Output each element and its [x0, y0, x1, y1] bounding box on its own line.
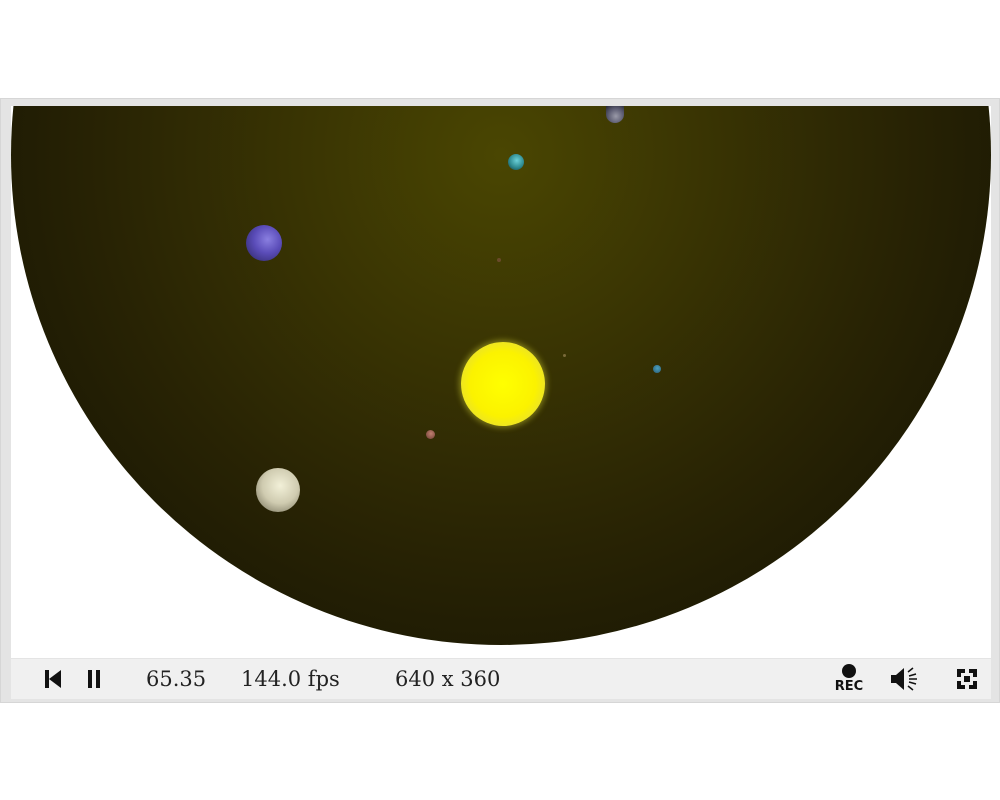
purple-planet	[246, 225, 282, 261]
shader-player: 65.35 144.0 fps 640 x 360 REC	[0, 98, 1000, 703]
skip-to-start-icon[interactable]	[43, 668, 63, 690]
render-canvas[interactable]	[11, 106, 991, 658]
pause-icon[interactable]	[85, 668, 103, 690]
record-icon	[842, 664, 856, 678]
fullscreen-icon[interactable]	[955, 667, 979, 691]
player-toolbar: 65.35 144.0 fps 640 x 360 REC	[11, 659, 991, 699]
record-label: REC	[834, 679, 864, 694]
time-readout: 65.35	[146, 667, 207, 691]
small-red-planet	[426, 430, 435, 439]
record-button[interactable]: REC	[831, 663, 867, 697]
resolution-readout: 640 x 360	[395, 667, 501, 691]
tiny-planet	[497, 258, 501, 262]
volume-icon[interactable]	[889, 666, 921, 692]
small-blue-planet	[653, 365, 661, 373]
white-planet	[256, 468, 300, 512]
teal-planet	[508, 154, 524, 170]
tiny-planet	[563, 354, 566, 357]
grey-planet	[606, 106, 624, 123]
fps-readout: 144.0 fps	[241, 667, 340, 691]
sun	[461, 342, 545, 426]
